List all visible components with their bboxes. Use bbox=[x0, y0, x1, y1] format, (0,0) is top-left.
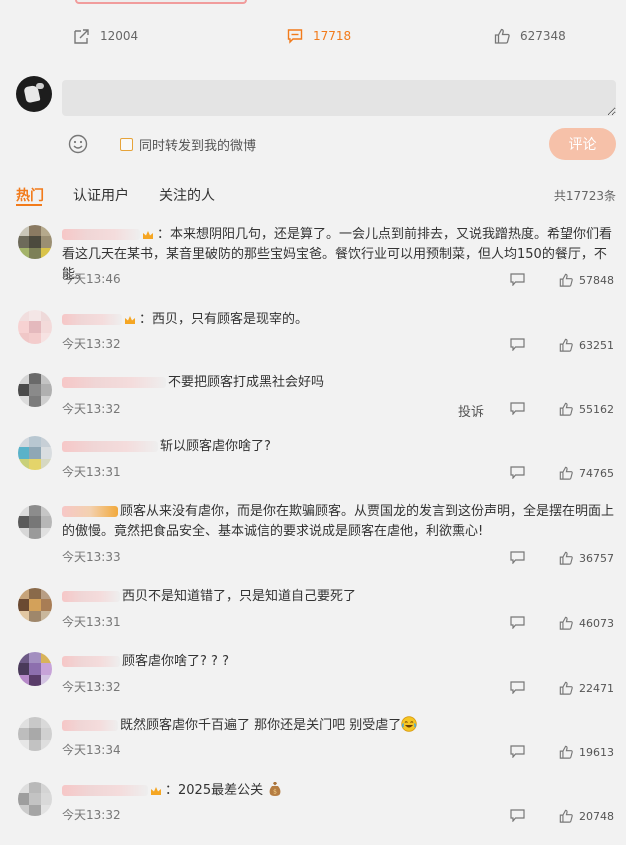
thumbs-up-icon bbox=[559, 809, 573, 823]
comment-time: 今天13:31 bbox=[62, 465, 121, 479]
avatar[interactable] bbox=[18, 225, 52, 259]
comment-text: ：2025最差公关 bbox=[165, 783, 264, 798]
comment-like-count: 63251 bbox=[579, 338, 614, 352]
comment-like-count: 74765 bbox=[579, 466, 614, 480]
reply-icon[interactable] bbox=[510, 745, 525, 758]
comment-time: 今天13:32 bbox=[62, 337, 121, 351]
comment-like-button[interactable]: 46073 bbox=[559, 616, 614, 630]
username[interactable] bbox=[62, 314, 122, 325]
comment-like-button[interactable]: 55162 bbox=[559, 402, 614, 416]
username[interactable] bbox=[62, 377, 166, 388]
reply-icon[interactable] bbox=[510, 681, 525, 694]
comment-time: 今天13:46 bbox=[62, 272, 121, 286]
avatar[interactable] bbox=[18, 782, 52, 816]
comment-like-button[interactable]: 22471 bbox=[559, 681, 614, 695]
avatar[interactable] bbox=[18, 310, 52, 344]
crown-badge-icon bbox=[125, 315, 135, 324]
username[interactable] bbox=[62, 506, 118, 517]
comment-list: ：本来想阴阳几句，还是算了。一会儿点到前排去，又说我蹭热度。希望你们看看这几天在… bbox=[0, 0, 626, 845]
comment-like-button[interactable]: 20748 bbox=[559, 809, 614, 823]
avatar[interactable] bbox=[18, 373, 52, 407]
reply-icon[interactable] bbox=[510, 809, 525, 822]
crown-badge-icon bbox=[143, 230, 153, 239]
avatar[interactable] bbox=[18, 588, 52, 622]
comment-like-count: 36757 bbox=[579, 551, 614, 565]
report-button[interactable]: 投诉 bbox=[458, 401, 484, 420]
username[interactable] bbox=[62, 229, 140, 240]
comment-like-count: 20748 bbox=[579, 809, 614, 823]
comment-time: 今天13:32 bbox=[62, 680, 121, 694]
reply-icon[interactable] bbox=[510, 616, 525, 629]
laugh-cry-emoji-icon bbox=[401, 716, 417, 732]
comment-text: 西贝不是知道错了，只是知道自己要死了 bbox=[122, 589, 357, 604]
reply-icon[interactable] bbox=[510, 551, 525, 564]
avatar[interactable] bbox=[18, 717, 52, 751]
comment-like-button[interactable]: 63251 bbox=[559, 338, 614, 352]
username[interactable] bbox=[62, 720, 118, 731]
thumbs-up-icon bbox=[559, 402, 573, 416]
comment-time: 今天13:32 bbox=[62, 808, 121, 822]
avatar[interactable] bbox=[18, 436, 52, 470]
comment-time: 今天13:32 bbox=[62, 402, 121, 416]
thumbs-up-icon bbox=[559, 551, 573, 565]
username[interactable] bbox=[62, 785, 148, 796]
reply-icon[interactable] bbox=[510, 466, 525, 479]
comment-like-count: 55162 bbox=[579, 402, 614, 416]
thumbs-up-icon bbox=[559, 338, 573, 352]
reply-icon[interactable] bbox=[510, 338, 525, 351]
username[interactable] bbox=[62, 656, 120, 667]
avatar[interactable] bbox=[18, 505, 52, 539]
comment-time: 今天13:34 bbox=[62, 743, 121, 757]
comment-text: 斩以顾客虐你啥了? bbox=[160, 439, 271, 454]
thumbs-up-icon bbox=[559, 745, 573, 759]
comment-like-button[interactable]: 36757 bbox=[559, 551, 614, 565]
comment-like-count: 19613 bbox=[579, 745, 614, 759]
reply-icon[interactable] bbox=[510, 402, 525, 415]
thumbs-up-icon bbox=[559, 466, 573, 480]
avatar[interactable] bbox=[18, 652, 52, 686]
comment-like-button[interactable]: 19613 bbox=[559, 745, 614, 759]
thumbs-up-icon bbox=[559, 616, 573, 630]
comment-like-count: 57848 bbox=[579, 273, 614, 287]
svg-text:$: $ bbox=[273, 789, 277, 796]
comment-like-button[interactable]: 57848 bbox=[559, 273, 614, 287]
reply-icon[interactable] bbox=[510, 273, 525, 286]
comment-like-button[interactable]: 74765 bbox=[559, 466, 614, 480]
thumbs-up-icon bbox=[559, 681, 573, 695]
comment-text: 顾客从来没有虐你，而是你在欺骗顾客。从贾国龙的发言到这份声明，全是摆在明面上的傲… bbox=[62, 504, 615, 539]
comment-text: 既然顾客虐你千百遍了 那你还是关门吧 别受虐了 bbox=[120, 718, 402, 733]
username[interactable] bbox=[62, 441, 158, 452]
comment-time: 今天13:33 bbox=[62, 550, 121, 564]
username[interactable] bbox=[62, 591, 120, 602]
comment-text: ：西贝，只有顾客是现宰的。 bbox=[139, 312, 309, 327]
money-bag-emoji-icon: $ bbox=[269, 782, 281, 796]
thumbs-up-icon bbox=[559, 273, 573, 287]
comment-text: 不要把顾客打成黑社会好吗 bbox=[168, 375, 325, 390]
comment-text: 顾客虐你啥了? ? ? bbox=[122, 654, 229, 669]
comment-like-count: 22471 bbox=[579, 681, 614, 695]
comment-time: 今天13:31 bbox=[62, 615, 121, 629]
comment-like-count: 46073 bbox=[579, 616, 614, 630]
crown-badge-icon bbox=[151, 786, 161, 795]
